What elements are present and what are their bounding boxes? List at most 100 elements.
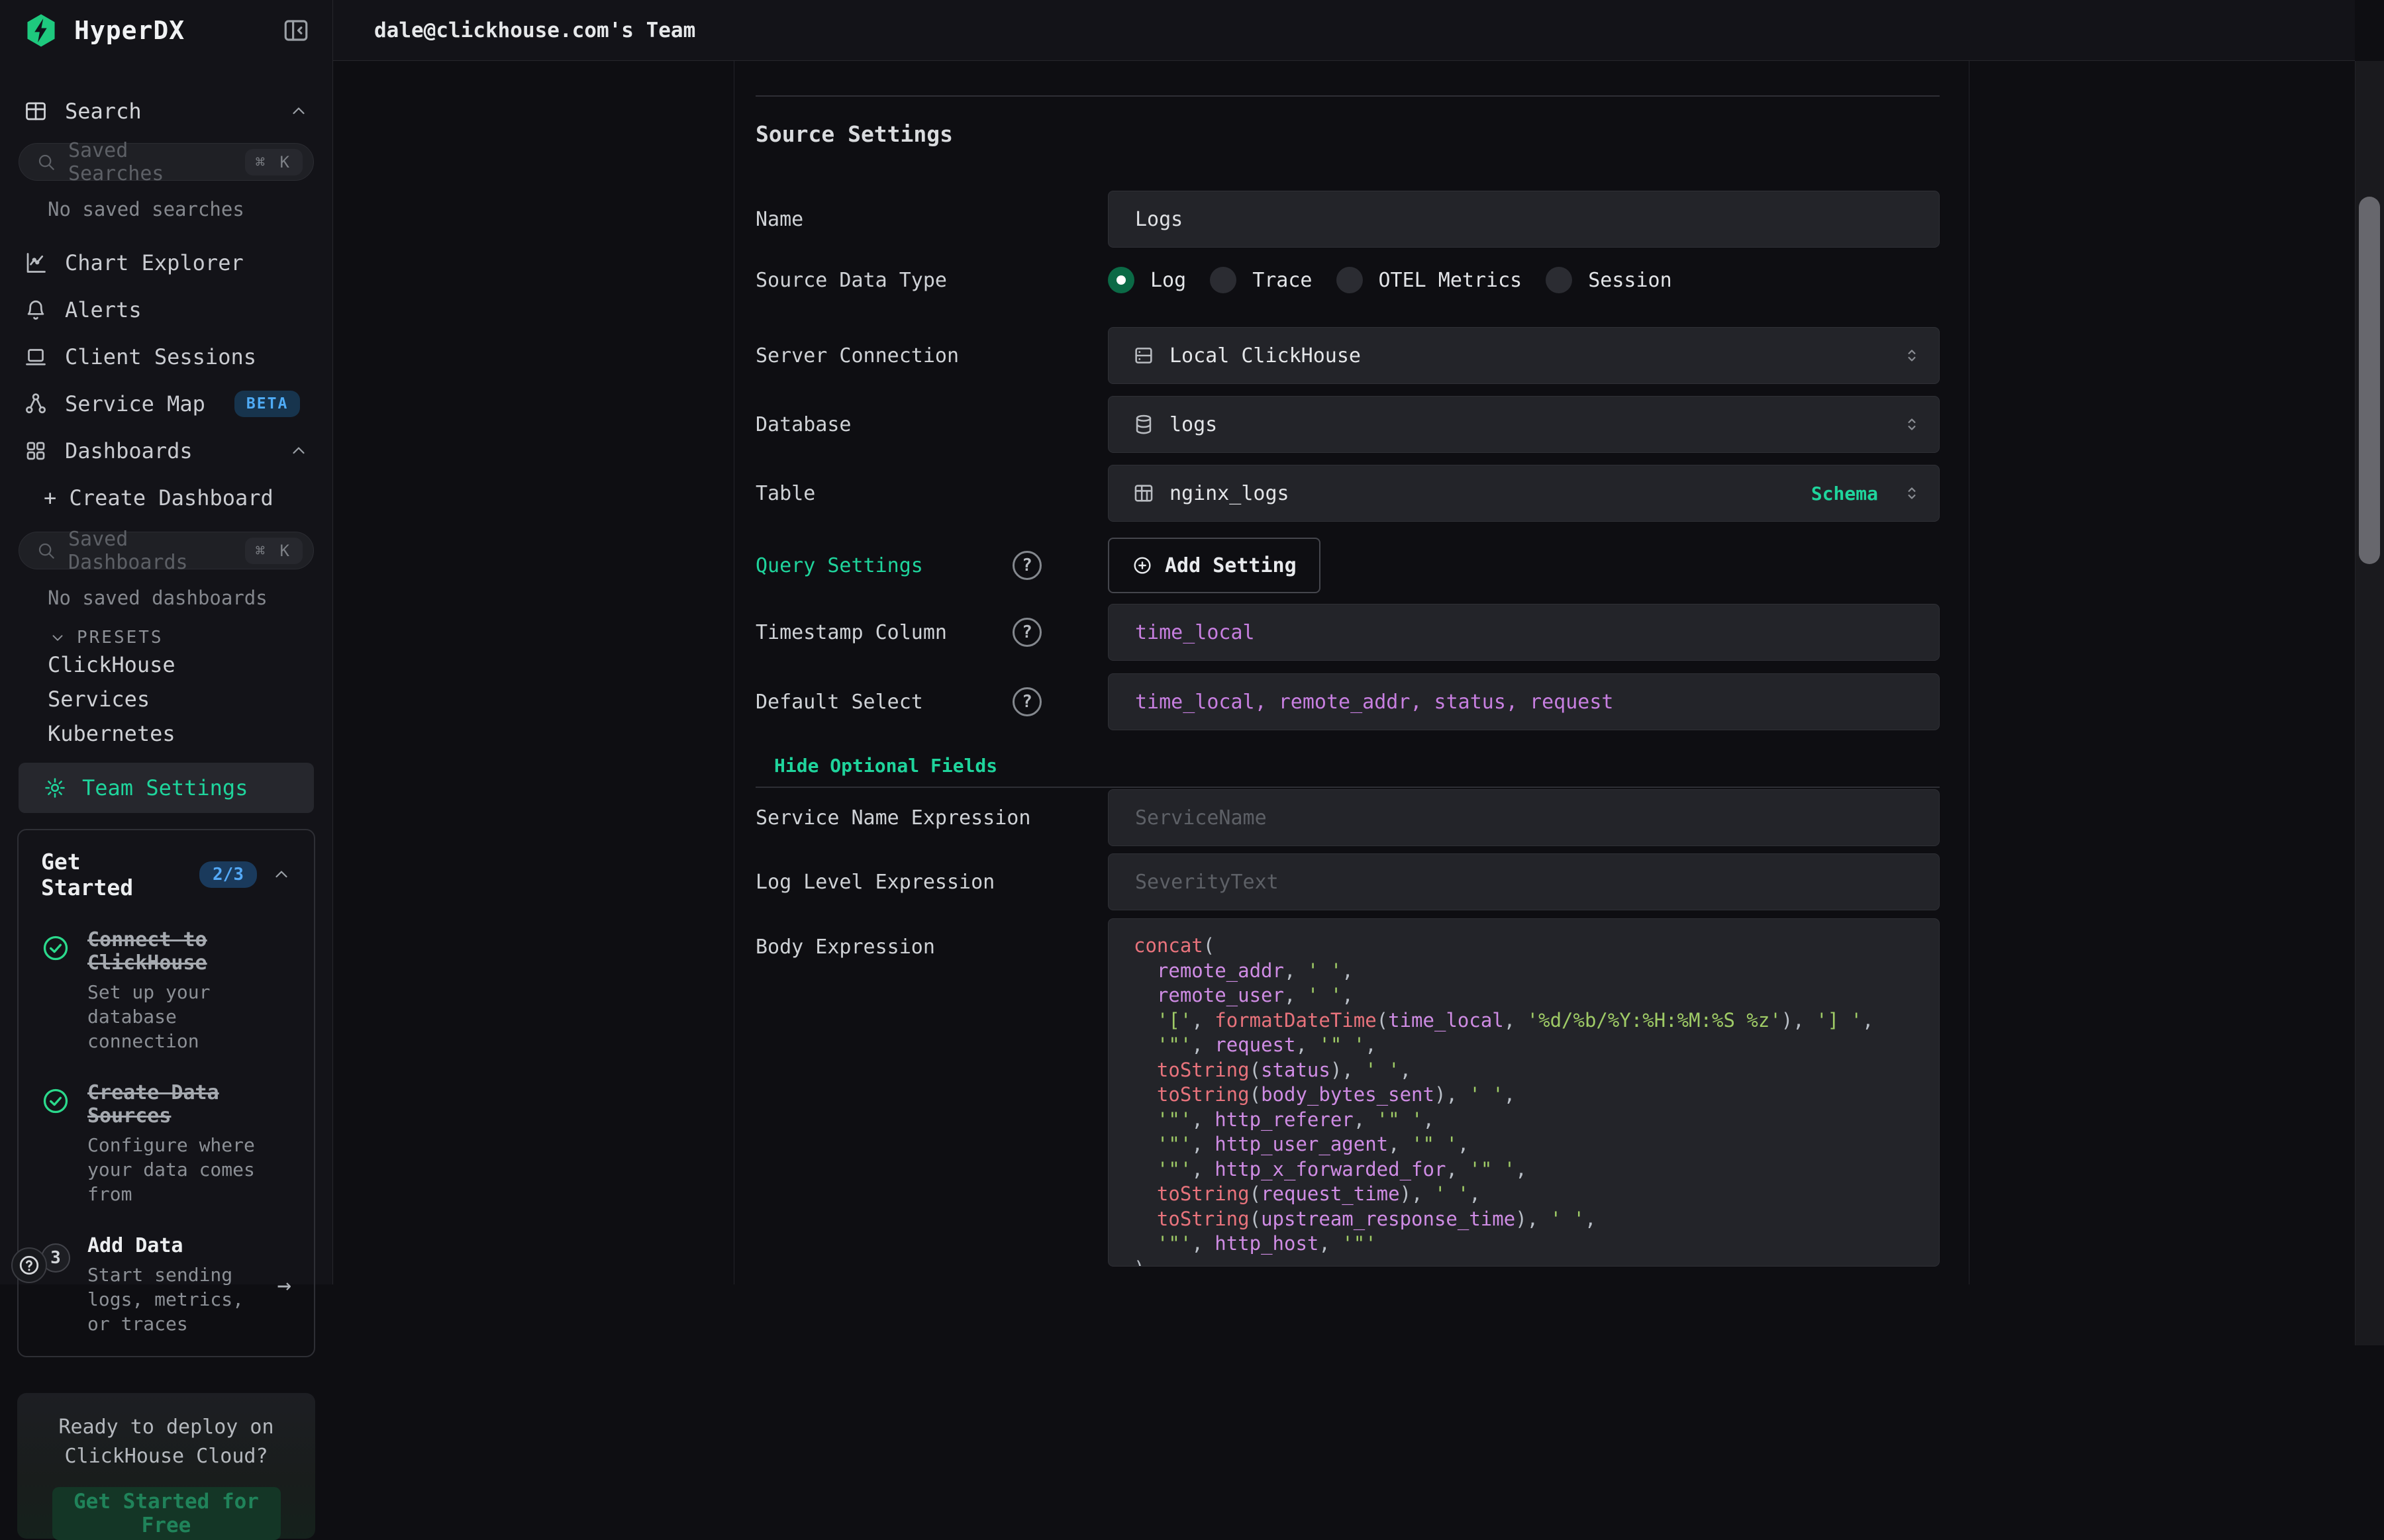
default-select-input[interactable]: time_local, remote_addr, status, request <box>1108 673 1940 730</box>
service-name-label: Service Name Expression <box>756 806 1030 830</box>
chevron-up-icon[interactable] <box>272 865 291 885</box>
table-icon <box>1132 482 1155 505</box>
sidebar-item-client-sessions[interactable]: Client Sessions <box>0 333 332 380</box>
source-data-type-label: Source Data Type <box>756 269 947 292</box>
saved-dashboards-input[interactable]: Saved Dashboards ⌘ K <box>19 532 314 569</box>
chevron-updown-icon <box>1902 346 1922 365</box>
radio-icon <box>1546 267 1572 293</box>
database-label: Database <box>756 413 852 436</box>
help-button[interactable] <box>11 1247 47 1283</box>
chevron-updown-icon <box>1902 483 1922 503</box>
team-title: dale@clickhouse.com's Team <box>374 19 695 42</box>
divider <box>756 95 1940 97</box>
step-number: 3 <box>41 1234 70 1336</box>
main-area: Source Settings Name Logs Source Data Ty… <box>333 61 2384 1284</box>
shortcut-badge: ⌘ K <box>245 538 303 564</box>
search-icon <box>36 541 56 561</box>
form-row-source-data-type: Source Data Type Log Trace OTEL Metrics … <box>756 262 1940 298</box>
step-add-data[interactable]: 3 Add Data Start sending logs, metrics, … <box>41 1234 291 1336</box>
database-icon <box>1132 413 1155 436</box>
sidebar-item-team-settings[interactable]: Team Settings <box>19 763 314 813</box>
saved-dashboards-placeholder: Saved Dashboards <box>68 528 233 574</box>
saved-searches-input[interactable]: Saved Searches ⌘ K <box>19 143 314 181</box>
no-saved-dashboards-text: No saved dashboards <box>48 587 332 609</box>
sidebar-section-search[interactable]: Search <box>0 90 332 132</box>
name-label: Name <box>756 208 803 231</box>
chevron-updown-icon <box>1902 414 1922 434</box>
get-started-card: Get Started 2/3 Connect to ClickHouse Se… <box>17 829 315 1357</box>
add-setting-button[interactable]: Add Setting <box>1108 538 1320 593</box>
radio-trace[interactable]: Trace <box>1210 267 1312 293</box>
log-level-input[interactable]: SeverityText <box>1108 853 1940 910</box>
table-label: Table <box>756 482 815 505</box>
shortcut-badge: ⌘ K <box>245 149 303 175</box>
dashboards-icon <box>24 439 48 463</box>
form-row-query-settings: Query Settings ? Add Setting <box>756 538 1940 593</box>
help-circle-icon[interactable]: ? <box>1013 551 1042 580</box>
server-connection-value: Local ClickHouse <box>1169 344 1887 367</box>
server-connection-select[interactable]: Local ClickHouse <box>1108 327 1940 384</box>
chevron-up-icon[interactable] <box>289 441 309 461</box>
service-map-icon <box>24 392 48 416</box>
preset-kubernetes[interactable]: Kubernetes <box>48 716 332 751</box>
preset-clickhouse[interactable]: ClickHouse <box>48 648 332 682</box>
body-expression-editor[interactable]: concat( remote_addr, ' ', remote_user, '… <box>1108 918 1940 1267</box>
body-expression-label: Body Expression <box>756 936 935 959</box>
nav-item-label: Service Map <box>65 391 205 416</box>
radio-log[interactable]: Log <box>1108 267 1186 293</box>
step-title: Create Data Sources <box>87 1081 291 1128</box>
form-row-log-level: Log Level Expression SeverityText <box>756 853 1940 910</box>
add-setting-label: Add Setting <box>1165 554 1297 577</box>
radio-selected-icon <box>1108 267 1134 293</box>
saved-searches-placeholder: Saved Searches <box>68 139 233 185</box>
server-icon <box>1132 344 1155 367</box>
help-circle-icon[interactable]: ? <box>1013 618 1042 647</box>
form-row-table: Table nginx_logs Schema <box>756 465 1940 522</box>
topbar: dale@clickhouse.com's Team <box>333 0 2355 61</box>
check-circle-icon <box>41 928 70 1053</box>
service-name-input[interactable]: ServiceName <box>1108 789 1940 846</box>
step-connect-clickhouse[interactable]: Connect to ClickHouse Set up your databa… <box>41 928 291 1053</box>
preset-services[interactable]: Services <box>48 682 332 716</box>
hide-optional-fields-link[interactable]: Hide Optional Fields <box>774 755 1940 775</box>
team-settings-label: Team Settings <box>82 775 248 800</box>
timestamp-column-input[interactable]: time_local <box>1108 604 1940 661</box>
radio-icon <box>1210 267 1236 293</box>
chevron-up-icon[interactable] <box>289 101 309 121</box>
get-started-free-button[interactable]: Get Started for Free <box>52 1487 281 1540</box>
clickhouse-cloud-promo: Ready to deploy on ClickHouse Cloud? Get… <box>17 1393 315 1539</box>
form-row-name: Name Logs <box>756 191 1940 248</box>
schema-link[interactable]: Schema <box>1811 483 1878 505</box>
step-title: Connect to ClickHouse <box>87 928 291 975</box>
query-settings-label: Query Settings <box>756 554 923 577</box>
step-desc: Set up your database connection <box>87 980 291 1053</box>
step-desc: Start sending logs, metrics, or traces <box>87 1263 260 1336</box>
step-title: Add Data <box>87 1234 260 1257</box>
sidebar-item-alerts[interactable]: Alerts <box>0 286 332 333</box>
create-dashboard-button[interactable]: + Create Dashboard <box>20 474 332 521</box>
sidebar-item-service-map[interactable]: Service Map BETA <box>0 380 332 427</box>
plus-circle-icon <box>1132 555 1153 576</box>
arrow-right-icon: → <box>277 1272 291 1299</box>
sidebar-item-chart-explorer[interactable]: Chart Explorer <box>0 239 332 286</box>
table-value: nginx_logs <box>1169 482 1797 505</box>
sidebar-item-dashboards[interactable]: Dashboards <box>0 427 332 474</box>
logo-row: HyperDX <box>0 0 332 61</box>
radio-otel-metrics[interactable]: OTEL Metrics <box>1336 267 1522 293</box>
name-input[interactable]: Logs <box>1108 191 1940 248</box>
scrollbar-thumb[interactable] <box>2359 197 2380 564</box>
gear-icon <box>44 777 66 799</box>
get-started-title: Get Started <box>41 849 185 900</box>
help-circle-icon[interactable]: ? <box>1013 687 1042 716</box>
nav-item-label: Client Sessions <box>65 344 256 369</box>
database-select[interactable]: logs <box>1108 396 1940 453</box>
scrollbar-track[interactable] <box>2355 61 2384 1345</box>
step-create-data-sources[interactable]: Create Data Sources Configure where your… <box>41 1081 291 1206</box>
search-section-icon <box>24 99 48 123</box>
table-select[interactable]: nginx_logs Schema <box>1108 465 1940 522</box>
sidebar-collapse-icon[interactable] <box>282 17 310 44</box>
source-settings-panel: Source Settings Name Logs Source Data Ty… <box>734 61 1969 1284</box>
radio-session[interactable]: Session <box>1546 267 1671 293</box>
presets-toggle[interactable]: PRESETS <box>49 628 332 648</box>
radio-icon <box>1336 267 1363 293</box>
